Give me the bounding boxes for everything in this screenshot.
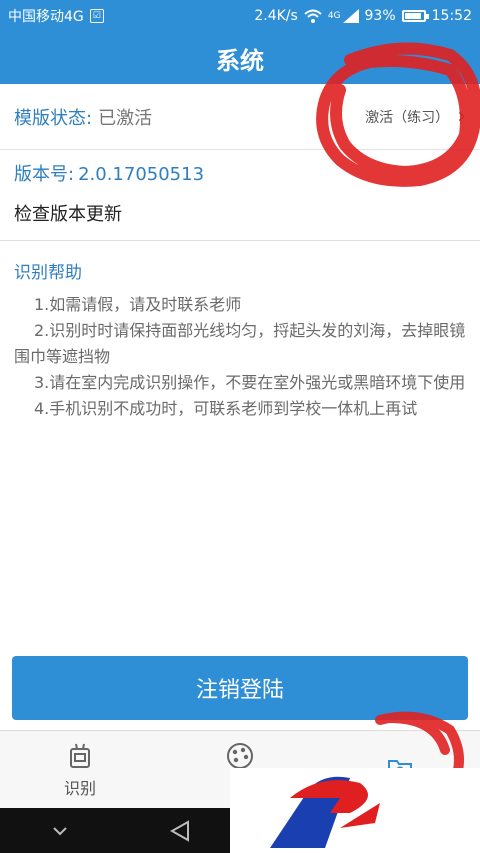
palette-icon: [227, 742, 253, 769]
help-item: 1.如需请假，请及时联系老师: [34, 295, 242, 314]
template-status-label: 模版状态:: [14, 107, 93, 129]
back-button[interactable]: [160, 811, 200, 851]
status-right: 2.4K/s 4G 93% 15:52: [254, 8, 472, 24]
logout-button[interactable]: 注销登陆: [12, 656, 468, 720]
page-title: 系统: [0, 32, 480, 84]
logo-icon: [270, 776, 380, 848]
carrier-text: 中国移动4G: [8, 9, 84, 25]
signal-icon: [342, 9, 359, 23]
robot-icon: [70, 743, 90, 768]
clock: 15:52: [431, 8, 472, 24]
signal-label: 4G: [327, 11, 341, 21]
watermark-logo: [230, 768, 480, 853]
template-status-row: 模版状态: 已激活 激活（练习） ›: [0, 84, 480, 150]
sim-icon: ☑: [89, 9, 104, 23]
tab-label: 识别: [63, 778, 96, 798]
activate-practice-link[interactable]: 激活（练习） ›: [365, 104, 466, 129]
network-speed: 2.4K/s: [254, 8, 298, 24]
status-left: 中国移动4G ☑: [8, 6, 104, 26]
help-list: 1.如需请假，请及时联系老师 2.识别时时请保持面部光线均匀，捋起头发的刘海，去…: [14, 292, 466, 422]
chevron-right-icon: ›: [457, 104, 466, 129]
version-number: 2.0.17050513: [78, 164, 205, 185]
help-item: 3.请在室内完成识别操作，不要在室外强光或黑暗环境下使用: [34, 373, 466, 392]
version-label: 版本号:: [14, 164, 75, 185]
activate-practice-label: 激活（练习）: [365, 109, 450, 126]
battery-percent: 93%: [364, 8, 396, 24]
help-item: 4.手机识别不成功时，可联系老师到学校一体机上再试: [34, 399, 418, 418]
version-row: 版本号: 2.0.17050513: [14, 160, 204, 186]
divider: [0, 240, 480, 241]
check-update-button[interactable]: 检查版本更新: [14, 200, 122, 226]
battery-icon: [401, 10, 429, 22]
chevron-down-icon: [53, 826, 67, 835]
hide-nav-button[interactable]: [40, 811, 80, 851]
help-item: 2.识别时时请保持面部光线均匀，捋起头发的刘海，去掉眼镜围巾等遮挡物: [14, 321, 466, 366]
status-bar: 中国移动4G ☑ 2.4K/s 4G 93% 15:52: [0, 0, 480, 32]
back-triangle-icon: [170, 819, 189, 842]
help-title: 识别帮助: [14, 263, 82, 283]
wifi-icon: [304, 9, 322, 23]
tab-recognize[interactable]: 识别: [0, 731, 160, 808]
template-status-value: 已激活: [98, 107, 153, 129]
